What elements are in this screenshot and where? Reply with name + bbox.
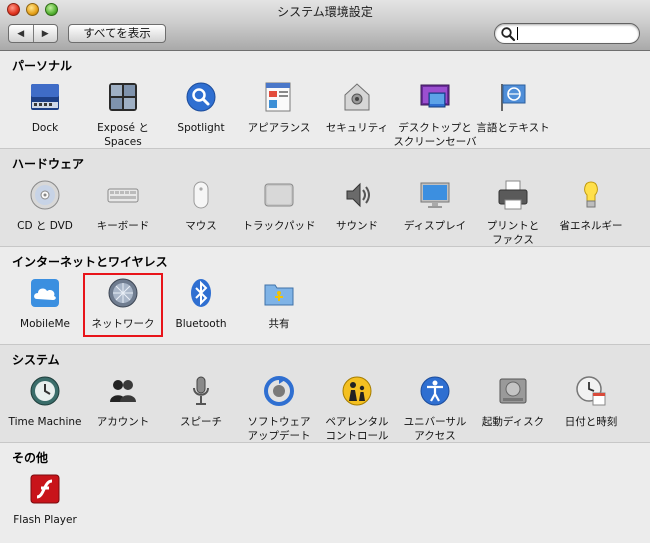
display-icon — [420, 182, 450, 208]
section-personal: パーソナル Dock Exposé と Spaces Spotlight アピア… — [0, 51, 650, 149]
pref-label: ソフトウェア アップデート — [247, 416, 311, 442]
pref-label: Time Machine — [8, 416, 82, 428]
pref-label: ディスプレイ — [403, 220, 467, 232]
pref-label: マウス — [185, 220, 217, 232]
keyboard-icon — [107, 188, 139, 203]
language-text-icon — [501, 84, 526, 111]
speech-icon — [193, 376, 209, 405]
pref-label: アカウント — [96, 416, 150, 428]
pref-label: スピーチ — [180, 416, 222, 428]
accounts-icon — [110, 380, 136, 402]
section-title: ハードウェア — [12, 157, 85, 171]
forward-arrow-icon: ▶ — [41, 28, 49, 39]
back-button[interactable]: ◀ — [9, 25, 33, 42]
search-field[interactable] — [494, 23, 640, 44]
pref-label: ユニバーサル アクセス — [403, 416, 467, 442]
section-title: その他 — [12, 451, 49, 465]
mobileme-icon — [31, 279, 59, 307]
forward-button[interactable]: ▶ — [32, 25, 58, 42]
pref-label: ペアレンタル コントロール — [325, 416, 389, 442]
search-icon — [501, 27, 516, 42]
parental-controls-icon — [342, 376, 372, 406]
pref-label: 言語とテキスト — [476, 122, 550, 134]
search-input[interactable] — [517, 26, 631, 40]
date-time-icon — [576, 376, 606, 406]
pref-flash-player[interactable]: Flash Player — [5, 473, 85, 543]
spotlight-icon — [186, 82, 216, 112]
energy-saver-icon — [584, 181, 598, 208]
time-machine-icon — [30, 376, 60, 406]
system-preferences-window: システム環境設定 ◀ ▶ すべてを表示 パーソナル Dock Exposé と … — [0, 0, 650, 543]
startup-disk-icon — [499, 378, 527, 404]
pref-label: Flash Player — [13, 514, 77, 526]
section-title: システム — [12, 353, 60, 367]
show-all-button[interactable]: すべてを表示 — [68, 24, 166, 43]
pref-label: デスクトップと スクリーンセーバ — [393, 122, 477, 148]
pref-label: セキュリティ — [325, 122, 389, 134]
appearance-icon — [265, 82, 291, 112]
sound-icon — [346, 182, 370, 208]
title-bar: システム環境設定 ◀ ▶ すべてを表示 — [0, 0, 650, 51]
pref-label: プリントと ファクス — [486, 220, 540, 246]
back-arrow-icon: ◀ — [17, 28, 25, 39]
flash-player-icon — [30, 474, 60, 504]
pref-label: キーボード — [96, 220, 150, 232]
software-update-icon — [264, 376, 294, 406]
section-other: その他 Flash Player — [0, 443, 650, 543]
expose-spaces-icon — [109, 83, 137, 111]
pref-label: Dock — [31, 122, 59, 134]
print-fax-icon — [498, 180, 528, 210]
window-title: システム環境設定 — [277, 5, 373, 19]
trackpad-icon — [264, 183, 294, 207]
pref-label: アピアランス — [247, 122, 311, 134]
network-highlight-box — [83, 273, 163, 337]
pref-label: 省エネルギー — [559, 220, 623, 232]
pref-label: サウンド — [336, 220, 378, 232]
bluetooth-icon — [191, 279, 211, 307]
cd-dvd-icon — [30, 180, 60, 210]
security-icon — [344, 83, 370, 111]
sharing-icon — [264, 284, 294, 306]
pref-label: Spotlight — [177, 122, 225, 134]
section-hardware: ハードウェア CD と DVD キーボード マウス トラックパッド サウンド デ… — [0, 149, 650, 247]
section-title: インターネットとワイヤレス — [12, 255, 168, 269]
desktop-screensaver-icon — [420, 84, 450, 108]
section-system: システム Time Machine アカウント スピーチ ソフトウェア アップデ… — [0, 345, 650, 443]
pref-label: 起動ディスク — [481, 416, 545, 428]
pref-label: 共有 — [268, 318, 290, 330]
pref-label: CD と DVD — [17, 220, 73, 232]
back-forward-control: ◀ ▶ — [8, 24, 58, 43]
pref-label: Exposé と Spaces — [97, 122, 149, 148]
pref-label: 日付と時刻 — [564, 416, 618, 428]
section-title: パーソナル — [12, 59, 73, 73]
pref-label: MobileMe — [20, 318, 70, 330]
mouse-icon — [193, 181, 209, 209]
pref-label: Bluetooth — [175, 318, 227, 330]
dock-icon — [31, 84, 59, 110]
pref-label: トラックパッド — [242, 220, 316, 232]
universal-access-icon — [420, 376, 450, 406]
